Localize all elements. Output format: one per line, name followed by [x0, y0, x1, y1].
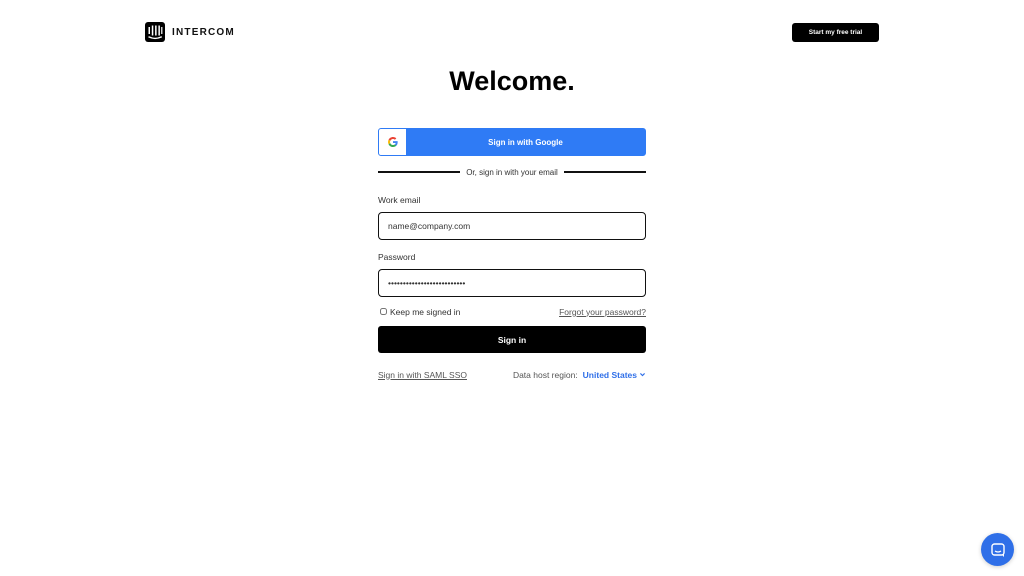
chat-launcher-button[interactable] — [981, 533, 1014, 566]
page-title: Welcome. — [449, 66, 575, 96]
google-g-icon — [379, 129, 406, 155]
keep-signed-in-checkbox[interactable] — [380, 308, 387, 315]
region-value: United States — [582, 369, 637, 380]
region-selector[interactable]: United States — [583, 370, 646, 380]
logo-text: INTERCOM — [172, 26, 235, 38]
signin-options-row: Keep me signed in Forgot your password? — [378, 306, 646, 317]
keep-signed-in-label: Keep me signed in — [390, 306, 461, 317]
divider-line-right — [563, 171, 646, 173]
divider-text: Or, sign in with your email — [466, 167, 558, 177]
login-form: Sign in with Google Or, sign in with you… — [378, 128, 646, 380]
forgot-password-link[interactable]: Forgot your password? — [559, 307, 646, 317]
chat-bubble-icon — [990, 542, 1005, 557]
keep-signed-in[interactable]: Keep me signed in — [378, 307, 460, 317]
chevron-down-icon — [640, 373, 645, 377]
login-page: INTERCOM Start my free trial Welcome. Si… — [0, 0, 1024, 576]
saml-sso-link[interactable]: Sign in with SAML SSO — [378, 370, 467, 380]
email-input[interactable] — [378, 212, 646, 240]
start-free-trial-button[interactable]: Start my free trial — [792, 23, 879, 42]
email-label: Work email — [378, 195, 421, 205]
intercom-logo-icon — [145, 22, 165, 42]
password-input[interactable] — [378, 269, 646, 297]
divider-line-left — [378, 171, 461, 173]
data-host-region: Data host region: United States — [513, 370, 646, 380]
google-sign-in-label: Sign in with Google — [488, 137, 563, 147]
form-footer: Sign in with SAML SSO Data host region: … — [378, 369, 646, 380]
or-divider: Or, sign in with your email — [378, 167, 646, 177]
intercom-logo[interactable]: INTERCOM — [145, 22, 235, 42]
sign-in-button[interactable]: Sign in — [378, 326, 646, 353]
google-sign-in-button[interactable]: Sign in with Google — [378, 128, 646, 156]
region-label: Data host region: — [512, 369, 578, 380]
password-label: Password — [378, 252, 416, 262]
